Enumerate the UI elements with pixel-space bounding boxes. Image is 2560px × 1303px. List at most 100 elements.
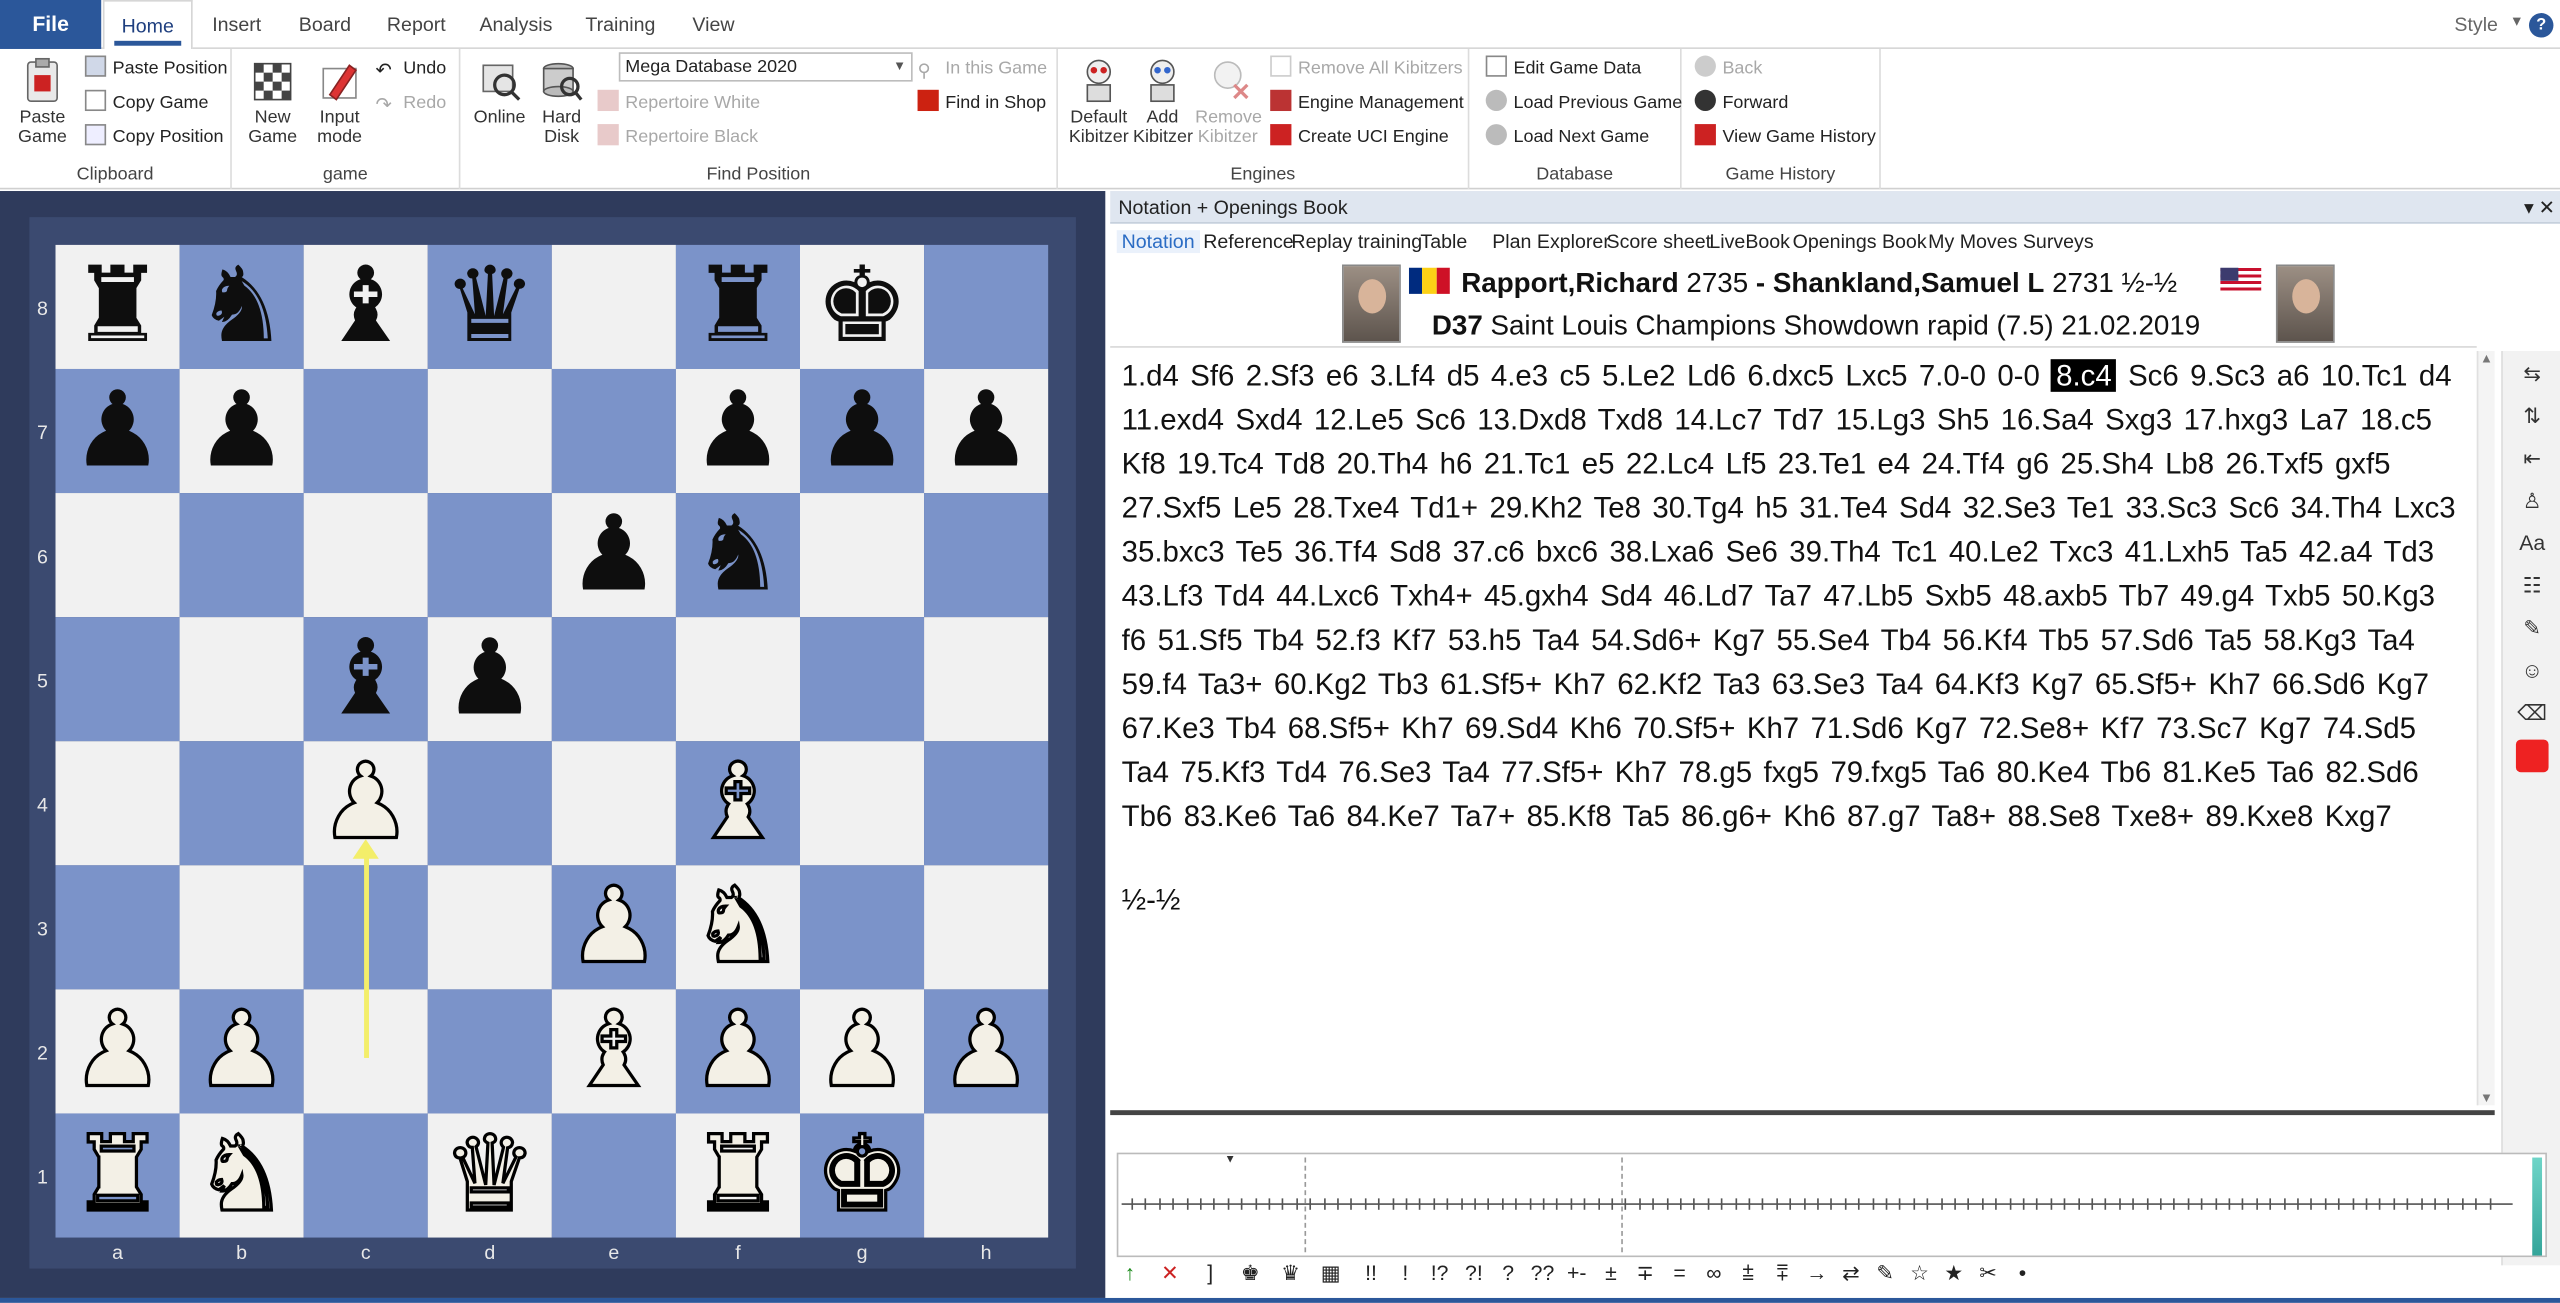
tab-insert[interactable]: Insert	[202, 0, 271, 49]
square-h1[interactable]	[924, 1113, 1049, 1238]
red-color-icon[interactable]	[2515, 739, 2549, 773]
annotation-symbol-button[interactable]: =	[1667, 1260, 1693, 1284]
tab-my-moves[interactable]: My Moves	[1928, 230, 2017, 253]
black-pawn-piece[interactable]: ♟	[676, 369, 800, 493]
square-c7[interactable]	[303, 368, 428, 494]
repertoire-white-button[interactable]: Repertoire White	[597, 88, 760, 117]
black-knight-piece[interactable]: ♞	[676, 493, 800, 617]
font-size-icon[interactable]: Aa	[2516, 527, 2549, 560]
square-e8[interactable]	[551, 244, 676, 369]
square-d6[interactable]	[427, 493, 552, 618]
annotation-symbol-button[interactable]: →	[1804, 1260, 1830, 1284]
promote-variation-icon[interactable]: ⇅	[2516, 400, 2549, 433]
annotation-tool-icon[interactable]: ★	[1941, 1260, 1967, 1286]
move-text[interactable]: 1.d4 Sf6 2.Sf3 e6 3.Lf4 d5 4.e3 c5 5.Le2…	[1122, 354, 2461, 839]
tab-view[interactable]: View	[686, 0, 742, 49]
white-knight-piece[interactable]: ♞	[676, 865, 800, 989]
tab-openings-book[interactable]: Openings Book	[1793, 230, 1927, 253]
square-f5[interactable]	[675, 617, 800, 742]
black-pawn-piece[interactable]: ♟	[180, 369, 304, 493]
square-e7[interactable]	[551, 368, 676, 494]
copy-position-button[interactable]: Copy Position	[84, 122, 224, 151]
redo-button[interactable]: ↷ Redo	[376, 88, 447, 117]
create-uci-engine-button[interactable]: Create UCI Engine	[1270, 122, 1449, 151]
square-e1[interactable]	[551, 1113, 676, 1238]
paste-position-button[interactable]: Paste Position	[84, 54, 228, 83]
annotation-symbol-button[interactable]: ?	[1495, 1260, 1521, 1284]
piece-icon[interactable]: ♙	[2516, 485, 2549, 518]
undo-button[interactable]: ↶ Undo	[376, 54, 447, 83]
close-icon[interactable]: ✕	[2539, 191, 2555, 224]
square-d4[interactable]	[427, 741, 552, 866]
scroll-up-icon[interactable]: ▲	[2480, 351, 2493, 366]
square-a6[interactable]	[55, 493, 180, 618]
annotation-symbol-button[interactable]: ⩱	[1769, 1260, 1795, 1286]
input-mode-button[interactable]: Input mode	[307, 56, 372, 147]
notation-scrollbar[interactable]: ▲ ▼	[2476, 351, 2495, 1106]
white-pawn-piece[interactable]: ♟	[924, 989, 1048, 1113]
annotation-symbol-button[interactable]: ?!	[1461, 1260, 1487, 1284]
black-queen-piece[interactable]: ♛	[428, 245, 552, 369]
new-game-button[interactable]: New Game	[238, 56, 307, 147]
tab-home[interactable]: Home	[102, 0, 193, 51]
annotation-symbol-button[interactable]: ⇄	[1838, 1260, 1864, 1286]
move-list[interactable]: 1.d4 Sf6 2.Sf3 e6 3.Lf4 d5 4.e3 c5 5.Le2…	[1110, 346, 2477, 1108]
load-next-game-button[interactable]: Load Next Game	[1485, 122, 1649, 151]
black-pawn-piece[interactable]: ♟	[428, 617, 552, 741]
square-b3[interactable]	[179, 865, 304, 990]
tab-report[interactable]: Report	[379, 0, 454, 49]
square-d2[interactable]	[427, 989, 552, 1114]
add-kibitzer-button[interactable]: Add Kibitzer	[1133, 56, 1193, 147]
black-pawn-piece[interactable]: ♟	[552, 493, 676, 617]
players-icon[interactable]: ☺	[2516, 655, 2549, 688]
annotation-tool-icon[interactable]: ✎	[1872, 1260, 1898, 1286]
online-button[interactable]: Online	[467, 56, 532, 128]
tab-analysis[interactable]: Analysis	[477, 0, 555, 49]
square-b4[interactable]	[179, 741, 304, 866]
square-h6[interactable]	[924, 493, 1049, 618]
find-in-shop-button[interactable]: Find in Shop	[917, 88, 1046, 117]
annotation-tool-icon[interactable]: ☆	[1907, 1260, 1933, 1286]
white-pawn-piece[interactable]: ♟	[800, 989, 924, 1113]
white-knight-piece[interactable]: ♞	[180, 1113, 304, 1237]
repertoire-black-button[interactable]: Repertoire Black	[597, 122, 758, 151]
tab-replay-training[interactable]: Replay training	[1291, 230, 1422, 253]
hard-disk-button[interactable]: Hard Disk	[532, 56, 591, 147]
square-g3[interactable]	[799, 865, 925, 990]
file-tab[interactable]: File	[0, 0, 102, 49]
panel-menu-icon[interactable]: ▾	[2524, 191, 2534, 224]
bracket-icon[interactable]: ]	[1197, 1260, 1223, 1284]
style-menu[interactable]: Style	[2454, 13, 2498, 36]
black-pawn-piece[interactable]: ♟	[56, 369, 180, 493]
insert-variation-icon[interactable]: ⇆	[2516, 358, 2549, 391]
square-d7[interactable]	[427, 368, 552, 494]
square-c1[interactable]	[303, 1113, 428, 1238]
tab-score-sheet[interactable]: Score sheet	[1607, 230, 1712, 253]
scroll-down-icon[interactable]: ▼	[2480, 1091, 2493, 1106]
photo-icon[interactable]: ▦	[1318, 1260, 1344, 1286]
edit-game-data-button[interactable]: Edit Game Data	[1485, 54, 1641, 83]
square-d3[interactable]	[427, 865, 552, 990]
white-king-piece[interactable]: ♚	[800, 1113, 924, 1237]
annotation-tool-icon[interactable]: •	[2009, 1260, 2035, 1284]
annotation-tool-icon[interactable]: ✂	[1975, 1260, 2001, 1286]
black-knight-piece[interactable]: ♞	[180, 245, 304, 369]
eraser-icon[interactable]: ⌫	[2516, 697, 2549, 730]
square-e5[interactable]	[551, 617, 676, 742]
square-g5[interactable]	[799, 617, 925, 742]
square-a4[interactable]	[55, 741, 180, 866]
square-h8[interactable]	[924, 244, 1049, 369]
default-kibitzer-button[interactable]: Default Kibitzer	[1064, 56, 1133, 147]
tab-notation[interactable]: Notation	[1116, 230, 1200, 254]
annotate-icon[interactable]: ✎	[2516, 612, 2549, 645]
copy-game-button[interactable]: Copy Game	[84, 88, 208, 117]
tab-table[interactable]: Table	[1420, 230, 1467, 253]
help-icon[interactable]: ?	[2528, 13, 2554, 38]
panel-divider[interactable]	[1110, 1110, 2495, 1116]
black-rook-piece[interactable]: ♜	[56, 245, 180, 369]
black-bishop-piece[interactable]: ♝	[304, 617, 428, 741]
white-rook-piece[interactable]: ♜	[56, 1113, 180, 1237]
white-pawn-piece[interactable]: ♟	[180, 989, 304, 1113]
white-bishop-piece[interactable]: ♝	[552, 989, 676, 1113]
arrow-up-icon[interactable]: ↑	[1117, 1260, 1143, 1284]
